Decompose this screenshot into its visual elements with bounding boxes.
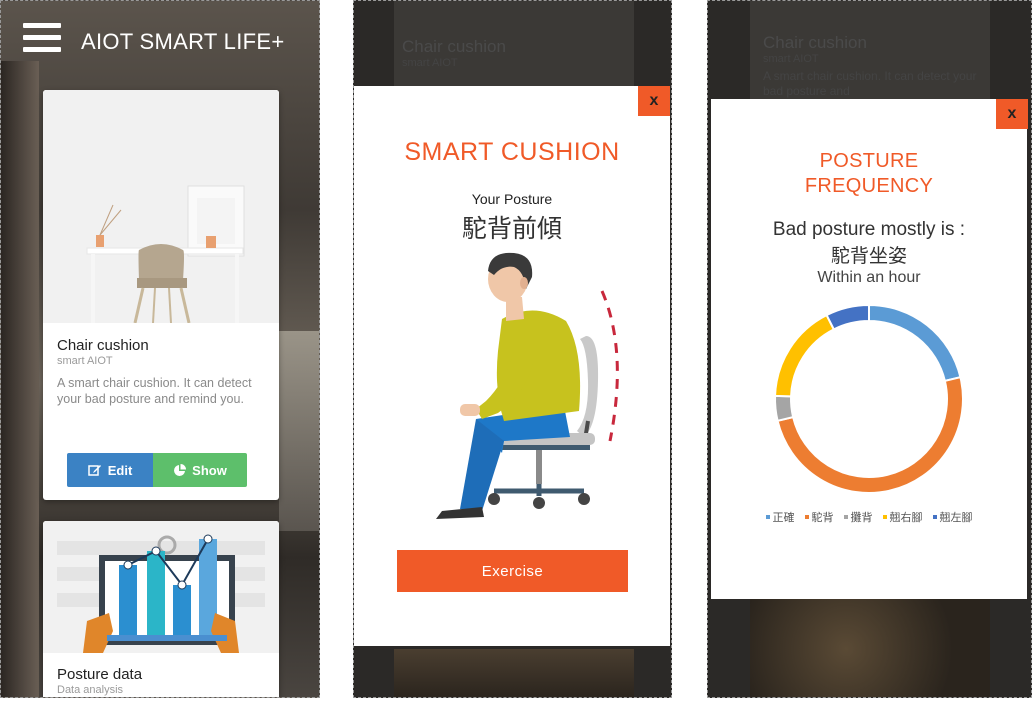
background-image <box>394 649 634 697</box>
donut-slice-3 <box>774 313 836 398</box>
background-card-subtitle: smart AIOT <box>402 57 458 69</box>
close-button[interactable]: x <box>996 99 1028 129</box>
bad-posture-label: Bad posture mostly is : <box>772 219 966 240</box>
legend-label: 翹左腳 <box>939 512 973 524</box>
close-button[interactable]: x <box>638 86 670 116</box>
close-icon: x <box>1007 105 1017 122</box>
posture-label: Your Posture <box>471 191 553 207</box>
legend-item-3: 翹右腳 <box>882 509 923 525</box>
donut-slice-4 <box>825 303 870 331</box>
chart-legend: 正確 駝背 攤背 翹右腳 翹左腳 <box>711 509 1027 525</box>
legend-item-2: 攤背 <box>843 509 873 525</box>
bad-posture-value: 駝背坐姿 <box>830 245 907 267</box>
legend-item-1: 駝背 <box>804 509 834 525</box>
menu-icon[interactable] <box>23 23 61 57</box>
legend-swatch <box>932 515 937 519</box>
card-description: A smart chair cushion. It can detect you… <box>57 376 252 406</box>
posture-illustration <box>436 252 619 519</box>
legend-item-0: 正確 <box>765 509 795 525</box>
background-image <box>750 599 990 697</box>
smart-cushion-screen: Chair cushion smart AIOT x SMART CUSHION… <box>353 0 672 698</box>
background-card-description: A smart chair cushion. It can detect you… <box>763 69 977 98</box>
background-window <box>279 331 319 531</box>
legend-label: 駝背 <box>811 512 834 524</box>
legend-label: 攤背 <box>850 512 873 524</box>
donut-slice-0 <box>868 303 962 383</box>
posture-data-card: Posture data Data analysis <box>43 521 279 697</box>
legend-label: 正確 <box>772 512 795 524</box>
posture-donut-chart <box>774 303 964 494</box>
chair-cushion-card: Chair cushion smart AIOT A smart chair c… <box>43 90 279 500</box>
posture-frequency-screen: Chair cushion smart AIOT A smart chair c… <box>707 0 1032 698</box>
background-card-text: Chair cushion smart AIOT A smart chair c… <box>763 33 993 99</box>
posture-frequency-modal: x POSTURE FREQUENCY Bad posture mostly i… <box>711 99 1028 599</box>
background-card-title: Chair cushion <box>402 37 506 56</box>
card-title: Posture data <box>57 666 143 683</box>
card-subtitle: smart AIOT <box>57 355 113 367</box>
background-doorframe <box>1 61 39 697</box>
close-icon: x <box>649 92 659 109</box>
modal-title-line2: FREQUENCY <box>804 175 934 197</box>
data-analysis-image <box>43 521 279 653</box>
legend-item-4: 翹左腳 <box>932 509 973 525</box>
card-subtitle: Data analysis <box>57 684 124 696</box>
posture-value: 駝背前傾 <box>461 214 562 243</box>
time-range-label: Within an hour <box>817 269 921 286</box>
legend-swatch <box>882 515 887 519</box>
edit-icon <box>87 465 101 476</box>
app-title: AIOT SMART LIFE+ <box>81 29 285 54</box>
background-card-title-wrap: Chair cushion smart AIOT <box>402 37 506 69</box>
legend-swatch <box>765 515 770 519</box>
pie-chart-icon <box>174 463 187 476</box>
donut-slice-1 <box>776 376 964 494</box>
chair-image <box>43 90 279 323</box>
legend-swatch <box>843 515 848 519</box>
show-button-label: Show <box>192 462 227 478</box>
legend-label: 翹右腳 <box>889 512 923 524</box>
legend-swatch <box>804 515 809 519</box>
smart-cushion-modal: x SMART CUSHION Your Posture 駝背前傾 Exerci… <box>354 86 670 646</box>
modal-title: POSTURE FREQUENCY <box>711 149 1027 199</box>
donut-slice-2 <box>774 394 795 422</box>
edit-button[interactable]: Edit <box>67 453 153 487</box>
modal-title-line1: POSTURE <box>819 150 919 172</box>
background-card-subtitle: smart AIOT <box>763 53 819 65</box>
modal-title: SMART CUSHION <box>404 138 620 166</box>
show-button[interactable]: Show <box>153 453 247 487</box>
edit-button-label: Edit <box>107 462 133 478</box>
home-screen: AIOT SMART LIFE+ Chair cushion smart AIO… <box>0 0 320 698</box>
card-title: Chair cushion <box>57 337 149 354</box>
background-card-title: Chair cushion <box>763 33 867 52</box>
exercise-button[interactable]: Exercise <box>397 550 628 592</box>
top-bar: AIOT SMART LIFE+ <box>1 1 319 81</box>
